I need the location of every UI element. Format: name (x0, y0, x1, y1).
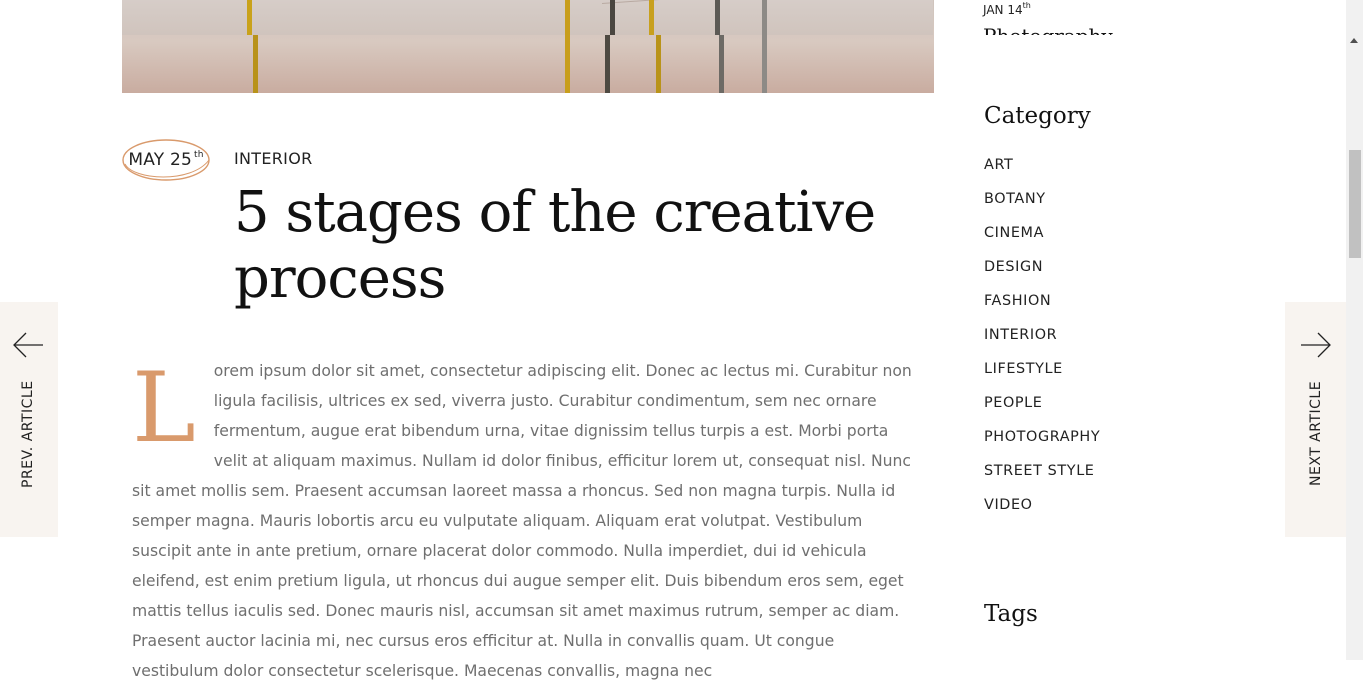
arrow-left-icon (13, 332, 43, 358)
scroll-up-arrow-icon[interactable] (1350, 38, 1358, 43)
post-title: 5 stages of the creative process (234, 180, 876, 311)
tags-widget-title: Tags (984, 601, 1038, 627)
category-item-cinema[interactable]: CINEMA (984, 223, 1100, 257)
category-item-lifestyle[interactable]: LIFESTYLE (984, 359, 1100, 393)
image-pole (247, 0, 252, 35)
category-list: ART BOTANY CINEMA DESIGN FASHION INTERIO… (984, 155, 1100, 529)
category-item-photography[interactable]: PHOTOGRAPHY (984, 427, 1100, 461)
category-item-video[interactable]: VIDEO (984, 495, 1100, 529)
post-date-suffix: th (193, 150, 204, 160)
recent-post-clip: Photography (983, 20, 1153, 35)
article-paragraph: orem ipsum dolor sit amet, consectetur a… (132, 362, 912, 680)
image-pole (719, 35, 724, 93)
post-date: MAY 25th (128, 150, 203, 170)
recent-post-date: JAN 14th (983, 1, 1031, 17)
image-pole (656, 35, 661, 93)
article-body: L orem ipsum dolor sit amet, consectetur… (132, 356, 922, 686)
category-item-fashion[interactable]: FASHION (984, 291, 1100, 325)
image-pole (715, 0, 720, 35)
category-item-interior[interactable]: INTERIOR (984, 325, 1100, 359)
arrow-right-icon (1301, 332, 1331, 358)
image-pole (605, 35, 610, 93)
recent-post-category[interactable]: Photography (983, 24, 1113, 35)
category-item-botany[interactable]: BOTANY (984, 189, 1100, 223)
category-item-art[interactable]: ART (984, 155, 1100, 189)
scrollbar-track[interactable] (1346, 0, 1363, 660)
image-pole (565, 0, 570, 93)
post-date-badge: MAY 25th (121, 138, 211, 182)
category-item-people[interactable]: PEOPLE (984, 393, 1100, 427)
image-pole (610, 0, 615, 35)
scrollbar-thumb[interactable] (1349, 150, 1361, 258)
image-pole (253, 35, 258, 93)
recent-post-date-day: JAN 14 (983, 3, 1023, 17)
image-pole (649, 0, 654, 35)
recent-post-date-suffix: th (1022, 1, 1031, 10)
post-date-day: MAY 25 (128, 150, 192, 170)
next-article-label[interactable]: NEXT ARTICLE (1308, 381, 1324, 486)
category-widget-title: Category (984, 103, 1091, 129)
drop-cap: L (132, 352, 196, 464)
post-category-link[interactable]: INTERIOR (234, 149, 313, 168)
image-pole (762, 0, 767, 93)
prev-article-label[interactable]: PREV. ARTICLE (20, 380, 36, 488)
category-item-design[interactable]: DESIGN (984, 257, 1100, 291)
featured-image (122, 0, 934, 93)
category-item-street-style[interactable]: STREET STYLE (984, 461, 1100, 495)
